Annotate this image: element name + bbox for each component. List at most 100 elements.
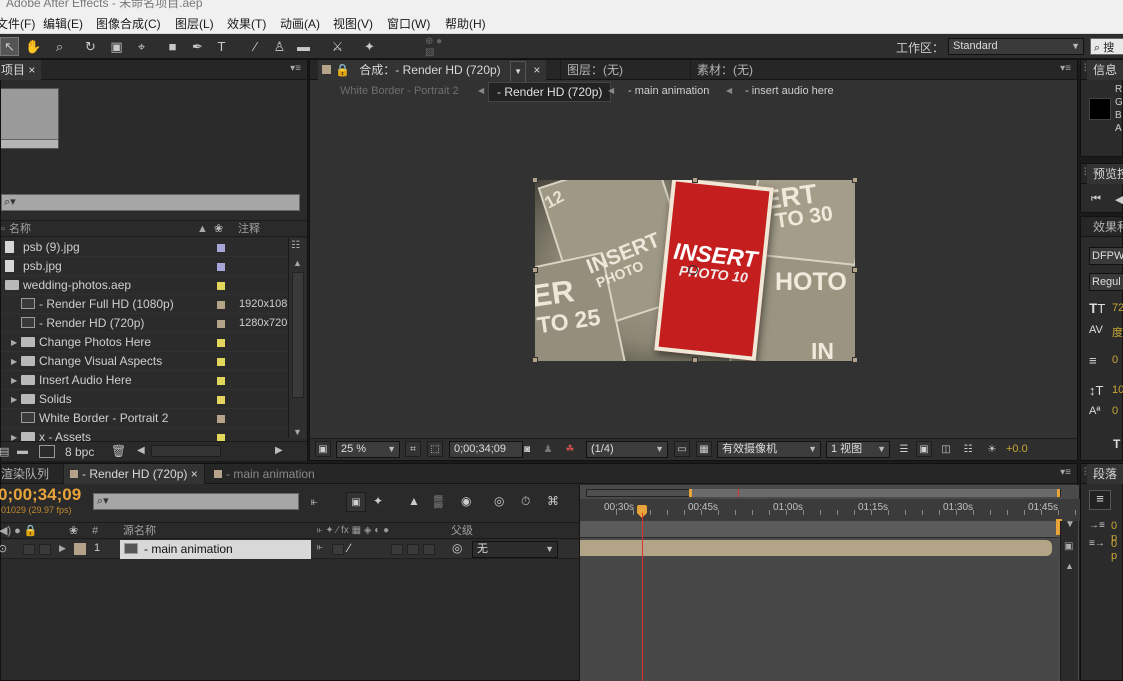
project-item-row[interactable]: - Render Full HD (1080p) 1920x1080 (1, 295, 307, 314)
stroke-width-value[interactable]: 0 (1112, 354, 1118, 366)
layer-color-label[interactable] (74, 543, 86, 555)
menu-view[interactable]: 视图(V) (333, 15, 373, 32)
adjustment-toggle[interactable] (407, 544, 419, 555)
transform-handle[interactable] (852, 357, 858, 363)
breadcrumb-item-insert-audio[interactable]: - insert audio here (745, 85, 834, 97)
work-area-range[interactable] (689, 489, 1060, 497)
tab-preview[interactable]: 预览控 (1087, 164, 1123, 184)
expand-triangle-icon[interactable]: ▶ (11, 371, 17, 390)
comp-menu-chevron-icon[interactable]: ▼ (510, 61, 527, 83)
close-icon[interactable]: × (191, 467, 198, 481)
faux-bold-button[interactable]: T (1113, 437, 1120, 451)
transform-handle[interactable] (852, 177, 858, 183)
breadcrumb-item-main-animation[interactable]: - main animation (628, 85, 709, 97)
eye-icon[interactable]: ⊙ (0, 542, 7, 555)
project-item-row[interactable]: psb.jpg (1, 257, 307, 276)
breadcrumb-item-white-border[interactable]: White Border - Portrait 2 (340, 85, 459, 97)
expand-triangle-icon[interactable]: ▶ (59, 543, 66, 554)
layer-row[interactable]: ⊙ ▶ 1 - main animation ⫦ ∕ ◎ 无 ▼ (0, 540, 579, 559)
playhead-handle[interactable] (637, 505, 649, 518)
label-color-swatch[interactable] (217, 415, 225, 423)
exposure-value[interactable]: +0.0 (1006, 443, 1028, 455)
expand-triangle-icon[interactable]: ▶ (11, 352, 17, 371)
layer-duration-bar[interactable] (580, 540, 1052, 556)
always-preview-icon[interactable]: ▣ (315, 441, 331, 457)
tab-project[interactable]: 项目 × (0, 60, 42, 80)
font-style-dropdown[interactable]: Regul (1089, 273, 1123, 291)
column-index[interactable]: # (92, 523, 98, 539)
comp-mini-flowchart-icon[interactable]: ⫦ (311, 494, 318, 509)
lock-toggle[interactable] (39, 544, 51, 555)
timeline-scrollbar[interactable]: ▼ ▣ ▲ (1060, 519, 1078, 681)
graph-editor-icon[interactable]: ◎ (494, 494, 504, 508)
project-item-row[interactable]: ▶ Insert Audio Here (1, 371, 307, 390)
tab-render-hd[interactable]: - Render HD (720p) × (63, 464, 205, 484)
label-tag-icon[interactable]: ❀ (214, 221, 223, 237)
zoom-indicator-icon[interactable]: ▼ (1065, 519, 1075, 530)
label-color-swatch[interactable] (217, 377, 225, 385)
trash-icon[interactable]: 🗑 (111, 444, 126, 458)
empty-track-area[interactable] (580, 557, 1058, 681)
scroll-up-icon[interactable]: ▲ (293, 258, 302, 268)
selection-tool-icon[interactable]: ↖ (0, 37, 19, 56)
solo-toggle[interactable] (23, 544, 35, 555)
label-color-swatch[interactable] (217, 282, 225, 290)
label-color-swatch[interactable] (217, 244, 225, 252)
grid-guides-icon[interactable]: ⌗ (405, 441, 421, 457)
project-item-row[interactable]: wedding-photos.aep (1, 276, 307, 295)
project-scrollbar[interactable]: ☷ ▲ ▼ (288, 238, 306, 438)
lock-icon[interactable]: 🔒 (335, 63, 350, 77)
pick-whip-icon[interactable]: ◎ (452, 541, 462, 555)
scroll-down-icon[interactable]: ▼ (293, 427, 302, 437)
label-color-swatch[interactable] (217, 396, 225, 404)
show-snapshot-icon[interactable]: ♟ (540, 441, 556, 457)
breadcrumb-item-render-hd[interactable]: - Render HD (720p) (488, 82, 612, 102)
timeline-graph-area[interactable]: 00:30s 00:45s 01:00s 01:15s 01:30s 01:45… (579, 485, 1110, 681)
menu-composition[interactable]: 图像合成(C) (96, 15, 161, 32)
tab-main-animation[interactable]: - main animation (208, 464, 321, 484)
vertical-scale-value[interactable]: 10 (1112, 384, 1123, 396)
roto-brush-tool-icon[interactable]: ⚔ (328, 37, 347, 56)
panel-menu-icon[interactable]: ▾≡ (290, 63, 301, 74)
tab-footage[interactable]: 素材：(无) (690, 60, 800, 80)
transparency-grid-icon[interactable]: ▦ (696, 441, 712, 457)
indent-first-value[interactable]: 0 p (1111, 538, 1122, 562)
zoom-tool-icon[interactable]: ⌕ (50, 37, 69, 56)
parent-dropdown[interactable]: 无 ▼ (472, 541, 558, 558)
panel-menu-icon[interactable]: ▾≡ (1060, 467, 1071, 478)
project-item-row[interactable]: - Render HD (720p) 1280x720 (1, 314, 307, 333)
project-item-row[interactable]: ▶ Change Photos Here (1, 333, 307, 352)
draft-3d-icon[interactable]: ▣ (346, 492, 366, 512)
transform-handle[interactable] (692, 177, 698, 183)
font-size-value[interactable]: 72 (1112, 302, 1123, 314)
timeline-icon[interactable]: ◫ (938, 441, 954, 457)
channel-icon[interactable]: ☘ (562, 441, 578, 457)
transform-handle[interactable] (532, 177, 538, 183)
toggle-pixel-aspect-icon[interactable]: ☰ (896, 441, 912, 457)
new-composition-icon[interactable] (39, 445, 55, 458)
label-color-swatch[interactable] (217, 320, 225, 328)
column-parent[interactable]: 父级 (451, 523, 473, 539)
project-item-row[interactable]: ▶ Solids (1, 390, 307, 409)
tab-effects-presets[interactable]: 效果和 (1087, 217, 1123, 237)
quality-toggle[interactable] (332, 544, 344, 555)
axis-mode-icon[interactable]: ⊕ ● ▧ (425, 36, 444, 58)
project-item-row[interactable]: ▶ Change Visual Aspects (1, 352, 307, 371)
align-left-icon[interactable]: ≡ (1089, 490, 1111, 510)
scroll-up-icon[interactable]: ▲ (1065, 561, 1074, 571)
column-comment[interactable]: 注释 (238, 221, 260, 237)
flowchart-icon[interactable]: ☷ (291, 240, 300, 251)
current-time-field[interactable]: 0;00;34;09 (449, 441, 523, 458)
views-dropdown[interactable]: 1 视图 ▼ (826, 441, 890, 458)
rotate-tool-icon[interactable]: ↻ (81, 37, 100, 56)
hand-tool-icon[interactable]: ✋ (24, 37, 43, 56)
frame-blending-icon[interactable]: ▲ (408, 494, 420, 508)
time-ruler[interactable]: 00:30s 00:45s 01:00s 01:15s 01:30s 01:45… (580, 499, 1110, 521)
puppet-tool-icon[interactable]: ✦ (360, 37, 379, 56)
comp-button-icon[interactable]: ▣ (1064, 541, 1073, 552)
horizontal-scroll-thumb[interactable] (151, 445, 221, 457)
comp-flowchart-icon[interactable]: ☷ (960, 441, 976, 457)
tab-render-queue[interactable]: 渲染队列 (0, 464, 55, 484)
collapse-transform-icon[interactable]: ⫦ (317, 542, 323, 553)
label-color-swatch[interactable] (217, 263, 225, 271)
